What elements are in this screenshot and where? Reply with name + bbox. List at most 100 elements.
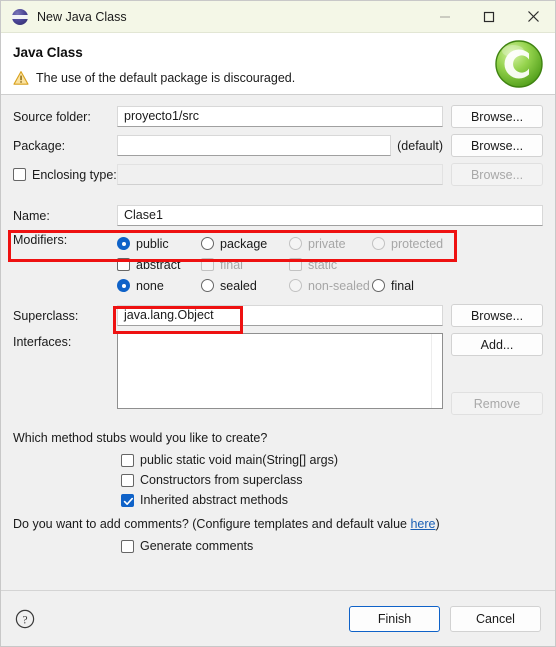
package-input[interactable] — [117, 135, 392, 156]
source-folder-row: Source folder: proyecto1/src Browse... — [13, 105, 543, 128]
modifier-static-checkbox — [289, 258, 302, 271]
modifier-final-radio[interactable] — [372, 279, 385, 292]
modifier-package-label: package — [220, 236, 268, 251]
interfaces-remove-button: Remove — [451, 392, 543, 415]
modifier-sealed[interactable]: sealed — [201, 279, 289, 293]
help-icon[interactable]: ? — [15, 609, 35, 629]
package-default-suffix: (default) — [397, 138, 443, 153]
package-row: Package: (default) Browse... — [13, 134, 543, 157]
window-title: New Java Class — [37, 9, 127, 24]
modifiers-label: Modifiers: — [13, 233, 68, 247]
source-folder-input[interactable]: proyecto1/src — [117, 106, 443, 127]
modifiers-options: public package private protected abstrac… — [117, 233, 543, 296]
modifier-public-label: public — [136, 236, 169, 251]
interfaces-add-button[interactable]: Add... — [451, 333, 543, 356]
configure-templates-link[interactable]: here — [410, 517, 435, 531]
modifier-protected: protected — [372, 237, 443, 251]
svg-text:?: ? — [22, 614, 27, 626]
modifier-static: static — [289, 258, 337, 272]
enclosing-type-input — [117, 164, 443, 185]
modifier-static-label: static — [308, 257, 338, 272]
modifier-non-sealed-label: non-sealed — [308, 278, 370, 293]
maximize-button[interactable] — [467, 1, 511, 32]
modifier-public[interactable]: public — [117, 237, 201, 251]
modifier-abstract-label: abstract — [136, 257, 181, 272]
superclass-label: Superclass: — [13, 308, 79, 323]
finish-button[interactable]: Finish — [349, 605, 440, 632]
minimize-button[interactable] — [423, 1, 467, 32]
modifiers-sealed-row: none sealed non-sealed final — [117, 275, 543, 296]
source-folder-browse-button[interactable]: Browse... — [451, 105, 543, 128]
maximize-icon — [483, 11, 495, 22]
modifier-package[interactable]: package — [201, 237, 289, 251]
enclosing-type-browse-button: Browse... — [451, 163, 543, 186]
modifier-private-radio — [289, 237, 302, 250]
modifier-none-label: none — [136, 278, 164, 293]
comments-question: Do you want to add comments? (Configure … — [13, 517, 543, 531]
comments-question-after: ) — [435, 517, 440, 531]
stub-main-method-checkbox[interactable] — [121, 453, 134, 467]
stub-inherited-abstract[interactable]: Inherited abstract methods — [121, 490, 543, 510]
page-title: Java Class — [13, 45, 83, 60]
stub-constructors[interactable]: Constructors from superclass — [121, 470, 543, 490]
stub-constructors-label: Constructors from superclass — [140, 473, 303, 487]
method-stubs-question: Which method stubs would you like to cre… — [13, 431, 268, 445]
modifier-final[interactable]: final — [372, 279, 414, 293]
modifier-none-radio[interactable] — [117, 279, 130, 292]
modifier-private-label: private — [308, 236, 346, 251]
java-class-icon — [12, 8, 28, 25]
superclass-input[interactable]: java.lang.Object — [117, 305, 443, 326]
stub-inherited-abstract-checkbox[interactable] — [121, 493, 134, 507]
comments-question-before: Do you want to add comments? (Configure … — [13, 517, 411, 531]
interfaces-scrollbar[interactable] — [431, 334, 442, 408]
generate-comments-option[interactable]: Generate comments — [121, 536, 543, 556]
generate-comments-checkbox[interactable] — [121, 539, 134, 553]
title-bar: New Java Class — [1, 1, 555, 33]
enclosing-type-label-group[interactable]: Enclosing type: — [13, 168, 117, 182]
interfaces-row: Interfaces: Add... Remove — [13, 333, 543, 423]
modifier-abstract-checkbox[interactable] — [117, 258, 130, 271]
modifier-final-label: final — [391, 278, 414, 293]
cancel-button[interactable]: Cancel — [450, 605, 541, 632]
name-input[interactable]: Clase1 — [117, 205, 543, 226]
minimize-icon — [440, 15, 450, 18]
modifier-sealed-label: sealed — [220, 278, 257, 293]
superclass-row: Superclass: java.lang.Object Browse... — [13, 304, 543, 327]
modifier-non-sealed-radio — [289, 279, 302, 292]
new-java-class-dialog: New Java Class Java Class The use of the… — [0, 0, 556, 647]
modifier-sealed-radio[interactable] — [201, 279, 214, 292]
enclosing-type-label: Enclosing type: — [32, 167, 117, 182]
warning-icon — [13, 71, 29, 85]
modifier-private: private — [289, 237, 372, 251]
modifiers-flags-row: abstract final static — [117, 254, 543, 275]
checkmark-icon — [123, 497, 133, 505]
header-message-row: The use of the default package is discou… — [13, 70, 295, 86]
interfaces-label: Interfaces: — [13, 335, 72, 349]
header-message: The use of the default package is discou… — [36, 71, 296, 85]
dialog-header: Java Class The use of the default packag… — [1, 33, 555, 95]
package-label: Package: — [13, 138, 66, 153]
source-folder-label: Source folder: — [13, 109, 91, 124]
modifier-final-flag-checkbox — [201, 258, 214, 271]
modifier-abstract[interactable]: abstract — [117, 258, 201, 272]
stub-main-method[interactable]: public static void main(String[] args) — [121, 450, 543, 470]
eclipse-class-logo — [495, 40, 543, 88]
enclosing-type-row: Enclosing type: Browse... — [13, 163, 543, 186]
interfaces-buttons: Add... Remove — [443, 333, 543, 423]
modifier-public-radio[interactable] — [117, 237, 130, 250]
generate-comments-label: Generate comments — [140, 539, 254, 553]
modifier-none[interactable]: none — [117, 279, 201, 293]
modifier-protected-label: protected — [391, 236, 444, 251]
name-label: Name: — [13, 208, 50, 223]
enclosing-type-checkbox[interactable] — [13, 168, 26, 181]
package-browse-button[interactable]: Browse... — [451, 134, 543, 157]
stub-main-method-label: public static void main(String[] args) — [140, 453, 338, 467]
stub-inherited-abstract-label: Inherited abstract methods — [140, 493, 288, 507]
close-button[interactable] — [511, 1, 555, 32]
name-row: Name: Clase1 — [13, 204, 543, 227]
superclass-browse-button[interactable]: Browse... — [451, 304, 543, 327]
modifiers-access-row: public package private protected — [117, 233, 543, 254]
modifier-package-radio[interactable] — [201, 237, 214, 250]
interfaces-list[interactable] — [117, 333, 443, 409]
stub-constructors-checkbox[interactable] — [121, 473, 134, 487]
